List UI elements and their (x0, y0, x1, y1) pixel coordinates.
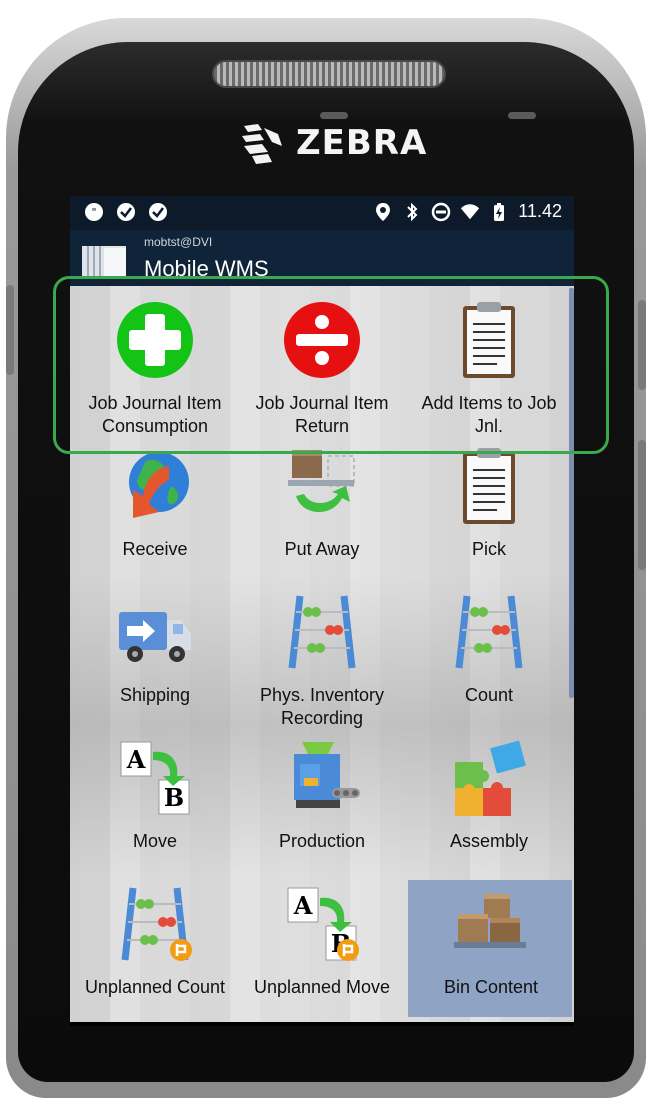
zebra-head-icon (242, 124, 282, 164)
menu-item-move[interactable]: AB Move (72, 728, 238, 868)
battery-charging-icon (494, 202, 505, 221)
menu-item-label: Bin Content (443, 977, 539, 997)
svg-text:A: A (293, 891, 313, 920)
menu-item-count[interactable]: Count (406, 582, 572, 722)
menu-item-label: Receive (122, 539, 188, 559)
menu-item-production[interactable]: Production (239, 728, 405, 868)
volume-button (638, 440, 646, 570)
menu-item-receive[interactable]: Receive (72, 436, 238, 576)
boxes-icon (454, 894, 526, 948)
menu-item-phys-inventory-recording[interactable]: Phys. Inventory Recording (239, 582, 405, 728)
check-notification-icon (149, 203, 167, 221)
menu-item-label: Phys. Inventory Recording (259, 685, 385, 728)
menu-item-label: Move (132, 831, 177, 851)
brand-name: ZEBRA (296, 123, 428, 163)
wifi-icon (461, 203, 480, 219)
camera-sensor (508, 112, 536, 119)
globe-arrow-icon (129, 452, 189, 518)
side-button-left (6, 285, 14, 375)
system-nav-bar (70, 1022, 574, 1026)
svg-text:": " (91, 206, 96, 219)
menu-item-unplanned-count[interactable]: Unplanned Count (72, 874, 238, 1014)
menu-item-label: Shipping (119, 685, 191, 705)
device-frame: ZEBRA " 11.42 mobtst@DVI Mobile WMS Job … (0, 0, 652, 1098)
warehouse-app-icon (82, 246, 126, 276)
svg-text:B: B (164, 783, 184, 812)
bluetooth-icon (407, 202, 418, 221)
production-icon (294, 742, 360, 808)
menu-item-label: Put Away (284, 539, 360, 559)
menu-item-put-away[interactable]: Put Away (239, 436, 405, 576)
earpiece-speaker (212, 60, 446, 88)
do-not-disturb-icon (432, 202, 451, 221)
menu-item-pick[interactable]: Pick (406, 436, 572, 576)
brand-logo: ZEBRA (238, 118, 427, 168)
abacus-icon (455, 595, 523, 669)
status-bar: " 11.42 (70, 196, 574, 230)
abacus-icon (121, 887, 192, 961)
side-button-right (638, 300, 646, 390)
check-notification-icon (117, 203, 135, 221)
put-away-icon (288, 450, 355, 513)
truck-icon (119, 612, 191, 662)
menu-item-assembly[interactable]: Assembly (406, 728, 572, 868)
clipboard-icon (463, 448, 515, 524)
move-a-b-icon: AB (287, 887, 359, 961)
location-icon (376, 202, 391, 221)
puzzle-icon (455, 740, 526, 816)
abacus-icon (288, 595, 356, 669)
status-clock: 11.42 (518, 201, 562, 221)
menu-item-unplanned-move[interactable]: AB Unplanned Move (239, 874, 405, 1014)
chat-notification-icon: " (85, 203, 103, 221)
highlight-box (53, 276, 609, 454)
menu-item-shipping[interactable]: Shipping (72, 582, 238, 722)
svg-text:A: A (126, 745, 146, 774)
menu-item-label: Unplanned Move (253, 977, 391, 997)
logged-in-user: mobtst@DVI (144, 235, 213, 249)
menu-item-label: Count (464, 685, 514, 705)
menu-item-label: Unplanned Count (84, 977, 226, 997)
move-a-b-icon: AB (120, 741, 190, 815)
menu-item-bin-content[interactable]: Bin Content (408, 880, 572, 1017)
menu-item-label: Pick (471, 539, 506, 559)
menu-item-label: Production (278, 831, 366, 851)
menu-item-label: Assembly (449, 831, 529, 851)
